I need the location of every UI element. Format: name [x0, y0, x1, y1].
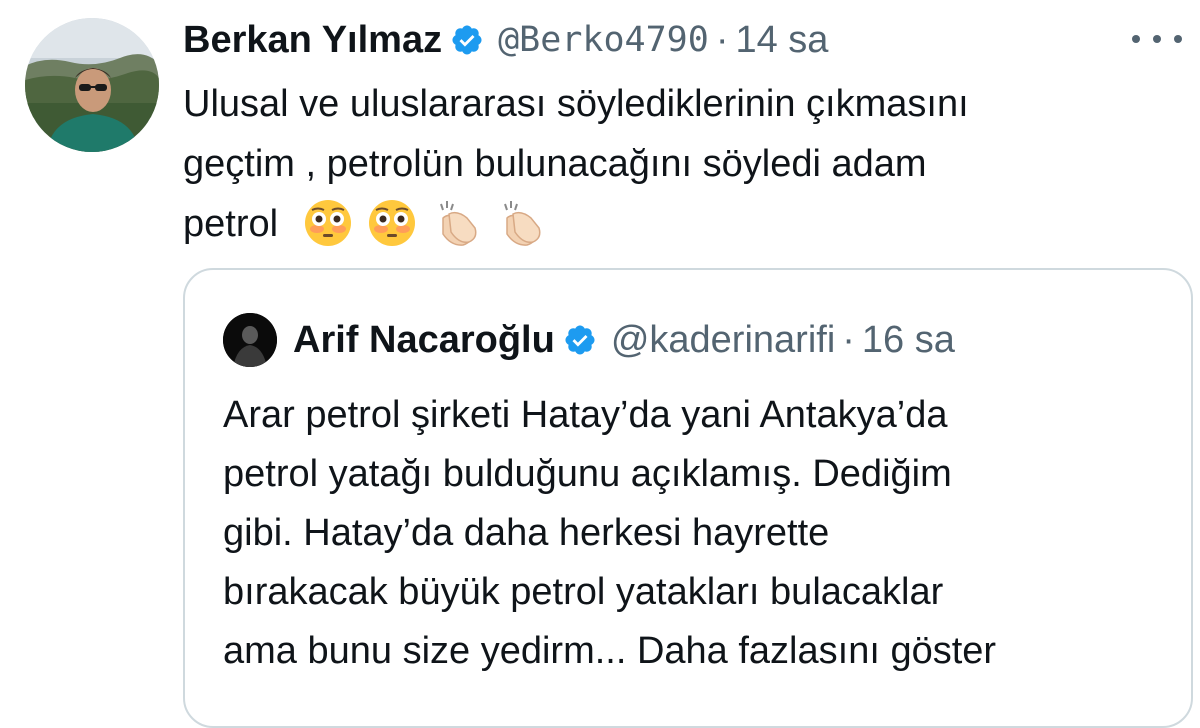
quoted-text-line: gibi. Hatay’da daha herkesi hayrette [223, 512, 830, 554]
clapping-hands-icon [439, 201, 477, 246]
tweet-header: Berkan Yılmaz @Berko4790 · 14 sa [183, 14, 828, 66]
quoted-author-name[interactable]: Arif Nacaroğlu [293, 319, 555, 362]
author-avatar[interactable] [25, 18, 159, 152]
verified-badge-icon [450, 23, 484, 57]
separator-dot: · [715, 19, 729, 61]
quoted-text-line: bırakacak büyük petrol yatakları bulacak… [223, 571, 944, 613]
quoted-tweet-header: Arif Nacaroğlu @kaderinarifi · 16 sa [223, 313, 955, 367]
author-handle[interactable]: @Berko4790 [498, 14, 709, 66]
verified-badge-icon [563, 323, 597, 357]
quoted-author-handle[interactable]: @kaderinarifi [611, 319, 835, 362]
quoted-tweet[interactable]: Arif Nacaroğlu @kaderinarifi · 16 sa Ara… [183, 268, 1193, 728]
tweet-text-line: petrol [183, 203, 279, 245]
tweet-time[interactable]: 14 sa [735, 14, 828, 66]
quoted-tweet-time[interactable]: 16 sa [862, 319, 955, 362]
tweet-text: Ulusal ve uluslararası söylediklerinin ç… [183, 74, 1183, 254]
separator-dot: · [842, 318, 855, 361]
clapping-hands-icon [503, 201, 541, 246]
quoted-text-line: petrol yatağı bulduğunu açıklamış. Dediğ… [223, 453, 952, 495]
tweet[interactable]: Berkan Yılmaz @Berko4790 · 14 sa Ulusal … [0, 0, 1200, 728]
more-options-icon[interactable] [1132, 24, 1182, 54]
flushed-face-icon [304, 200, 351, 246]
author-name[interactable]: Berkan Yılmaz [183, 14, 442, 66]
show-more-link[interactable]: Daha fazlasını göster [637, 630, 996, 672]
tweet-text-line: geçtim , petrolün bulunacağını söyledi a… [183, 143, 927, 185]
flushed-face-icon [368, 200, 415, 246]
tweet-text-line: Ulusal ve uluslararası söylediklerinin ç… [183, 83, 969, 125]
quoted-text-line: ama bunu size yedirm... [223, 630, 627, 672]
emoji-group [303, 198, 559, 248]
quoted-author-avatar[interactable] [223, 313, 277, 367]
quoted-text-line: Arar petrol şirketi Hatay’da yani Antaky… [223, 394, 948, 436]
quoted-tweet-text: Arar petrol şirketi Hatay’da yani Antaky… [223, 386, 1173, 681]
